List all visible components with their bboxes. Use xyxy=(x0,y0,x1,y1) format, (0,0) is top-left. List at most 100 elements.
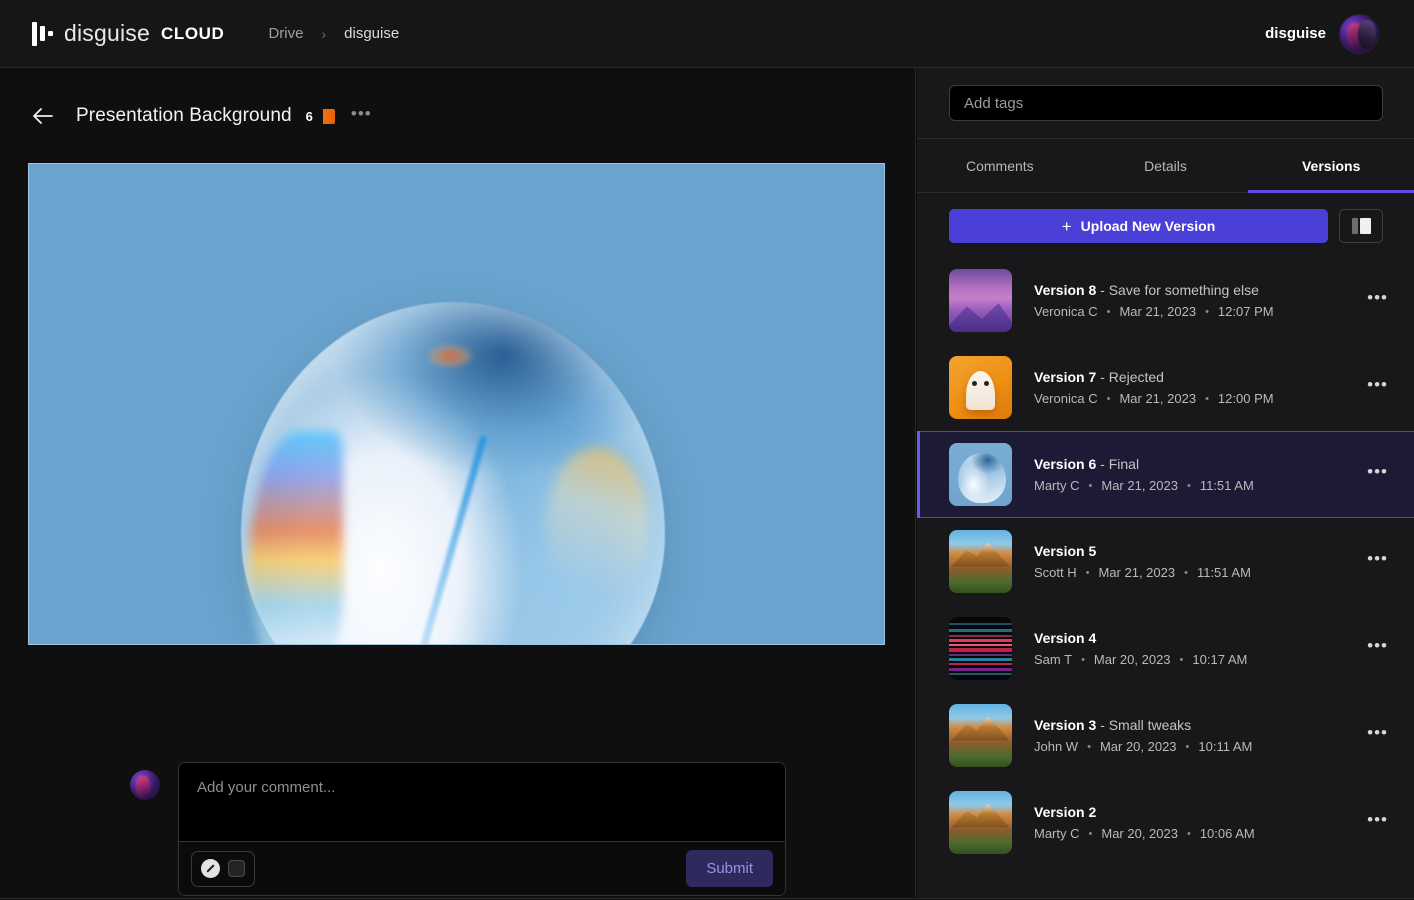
separator-dot: • xyxy=(1205,393,1209,405)
version-thumbnail xyxy=(949,530,1012,593)
version-time: 11:51 AM xyxy=(1197,565,1251,580)
version-title-line: Version 2 xyxy=(1034,804,1367,820)
version-options-menu-icon[interactable]: ••• xyxy=(1367,811,1388,834)
version-thumbnail xyxy=(949,269,1012,332)
separator-dot: • xyxy=(1187,828,1191,840)
breadcrumb-item-drive[interactable]: Drive xyxy=(268,25,303,42)
glitch-line xyxy=(949,668,1012,671)
separator-dot: • xyxy=(1107,306,1111,318)
version-thumbnail xyxy=(949,617,1012,680)
shape-tool-icon[interactable] xyxy=(228,860,245,877)
page-title: Presentation Background xyxy=(76,105,292,127)
version-author: Veronica C xyxy=(1034,304,1098,319)
glitch-line xyxy=(949,639,1012,642)
version-time: 10:06 AM xyxy=(1200,826,1255,841)
version-author: Sam T xyxy=(1034,652,1072,667)
version-author: John W xyxy=(1034,739,1078,754)
version-row-version-8[interactable]: Version 8 - Save for something else Veron… xyxy=(917,257,1414,344)
glitch-line xyxy=(949,673,1012,675)
version-note: - Save for something else xyxy=(1096,282,1259,298)
version-row-version-6[interactable]: Version 6 - FinalMarty C•Mar 21, 2023•11… xyxy=(917,431,1414,518)
tab-details[interactable]: Details xyxy=(1083,139,1249,192)
org-name: disguise xyxy=(1265,25,1326,42)
separator-dot: • xyxy=(1205,306,1209,318)
version-title: Version 6 xyxy=(1034,456,1096,472)
compare-split-icon-left xyxy=(1352,218,1358,234)
version-meta: Version 4Sam T•Mar 20, 2023•10:17 AM xyxy=(1034,630,1367,667)
version-thumbnail xyxy=(949,704,1012,767)
compare-versions-button[interactable] xyxy=(1339,209,1383,243)
separator-dot: • xyxy=(1186,741,1190,753)
chevron-right-icon: › xyxy=(321,26,326,42)
version-title-line: Version 5 xyxy=(1034,543,1367,559)
brand-logo[interactable]: disguise CLOUD xyxy=(32,20,224,47)
preview-image-bubble xyxy=(241,302,665,645)
upload-new-version-label: Upload New Version xyxy=(1081,218,1216,234)
version-subline: Sam T•Mar 20, 2023•10:17 AM xyxy=(1034,652,1367,667)
version-row-version-5[interactable]: Version 5Scott H•Mar 21, 2023•11:51 AM••… xyxy=(917,518,1414,605)
comment-composer: Add your comment... Submit xyxy=(178,762,786,896)
version-time: 10:11 AM xyxy=(1198,739,1252,754)
separator-dot: • xyxy=(1184,567,1188,579)
version-row-version-7[interactable]: Version 7 - RejectedVeronica C•Mar 21, 2… xyxy=(917,344,1414,431)
tab-versions[interactable]: Versions xyxy=(1248,139,1414,192)
version-meta: Version 5Scott H•Mar 21, 2023•11:51 AM xyxy=(1034,543,1367,580)
glitch-line xyxy=(949,663,1012,665)
version-title: Version 8 xyxy=(1034,282,1096,298)
compare-split-icon-right xyxy=(1360,218,1371,234)
app-window: disguise CLOUD Drive › disguise disguise… xyxy=(0,0,1414,900)
avatar[interactable] xyxy=(1340,15,1378,53)
back-arrow-icon[interactable] xyxy=(28,101,58,131)
version-date: Mar 21, 2023 xyxy=(1098,565,1175,580)
version-options-menu-icon[interactable]: ••• xyxy=(1367,376,1388,399)
glitch-line xyxy=(949,644,1012,646)
tags-section: Add tags xyxy=(917,68,1414,139)
bubble-highlight xyxy=(428,345,472,367)
version-options-menu-icon[interactable]: ••• xyxy=(1367,637,1388,660)
pen-tool-icon[interactable] xyxy=(201,859,220,878)
file-header: Presentation Background 6 ••• xyxy=(28,90,915,142)
version-author: Scott H xyxy=(1034,565,1077,580)
file-type-icon xyxy=(319,109,335,124)
glitch-line xyxy=(949,623,1012,625)
version-title-line: Version 4 xyxy=(1034,630,1367,646)
right-sidebar: Add tags Comments Details Versions + Upl… xyxy=(917,68,1414,899)
main-content: Presentation Background 6 ••• Add your c… xyxy=(0,68,916,899)
bubble-streak xyxy=(409,435,487,645)
tab-comments[interactable]: Comments xyxy=(917,139,1083,192)
version-meta: Version 6 - FinalMarty C•Mar 21, 2023•11… xyxy=(1034,456,1367,493)
version-date: Mar 21, 2023 xyxy=(1119,391,1196,406)
comment-composer-row: Add your comment... Submit xyxy=(130,762,786,896)
version-note: - Small tweaks xyxy=(1096,717,1191,733)
version-thumbnail xyxy=(949,443,1012,506)
version-row-version-2[interactable]: Version 2Marty C•Mar 20, 2023•10:06 AM••… xyxy=(917,779,1414,866)
separator-dot: • xyxy=(1081,654,1085,666)
version-options-menu-icon[interactable]: ••• xyxy=(1367,463,1388,486)
add-tags-input[interactable]: Add tags xyxy=(949,85,1383,121)
brand-name: disguise xyxy=(64,20,150,47)
version-thumbnail xyxy=(949,791,1012,854)
annotation-tools xyxy=(191,851,255,887)
breadcrumb-item-disguise[interactable]: disguise xyxy=(344,25,399,42)
version-options-menu-icon[interactable]: ••• xyxy=(1367,550,1388,573)
version-meta: Version 2Marty C•Mar 20, 2023•10:06 AM xyxy=(1034,804,1367,841)
version-options-menu-icon[interactable]: ••• xyxy=(1367,724,1388,747)
version-actions: + Upload New Version xyxy=(917,193,1414,257)
file-options-menu-icon[interactable]: ••• xyxy=(351,105,372,128)
version-meta: Version 7 - RejectedVeronica C•Mar 21, 2… xyxy=(1034,369,1367,406)
version-count: 6 xyxy=(306,109,313,124)
version-row-version-3[interactable]: Version 3 - Small tweaksJohn W•Mar 20, 2… xyxy=(917,692,1414,779)
comment-input[interactable]: Add your comment... xyxy=(179,763,785,841)
separator-dot: • xyxy=(1089,828,1093,840)
submit-button[interactable]: Submit xyxy=(686,850,773,887)
version-row-version-4[interactable]: Version 4Sam T•Mar 20, 2023•10:17 AM••• xyxy=(917,605,1414,692)
version-date: Mar 20, 2023 xyxy=(1100,739,1177,754)
separator-dot: • xyxy=(1180,654,1184,666)
version-time: 11:51 AM xyxy=(1200,478,1254,493)
version-author: Marty C xyxy=(1034,478,1080,493)
media-viewer[interactable] xyxy=(28,163,885,645)
composer-toolbar: Submit xyxy=(179,841,785,895)
top-bar-right: disguise xyxy=(1265,15,1378,53)
upload-new-version-button[interactable]: + Upload New Version xyxy=(949,209,1328,243)
version-options-menu-icon[interactable]: ••• xyxy=(1367,289,1388,312)
